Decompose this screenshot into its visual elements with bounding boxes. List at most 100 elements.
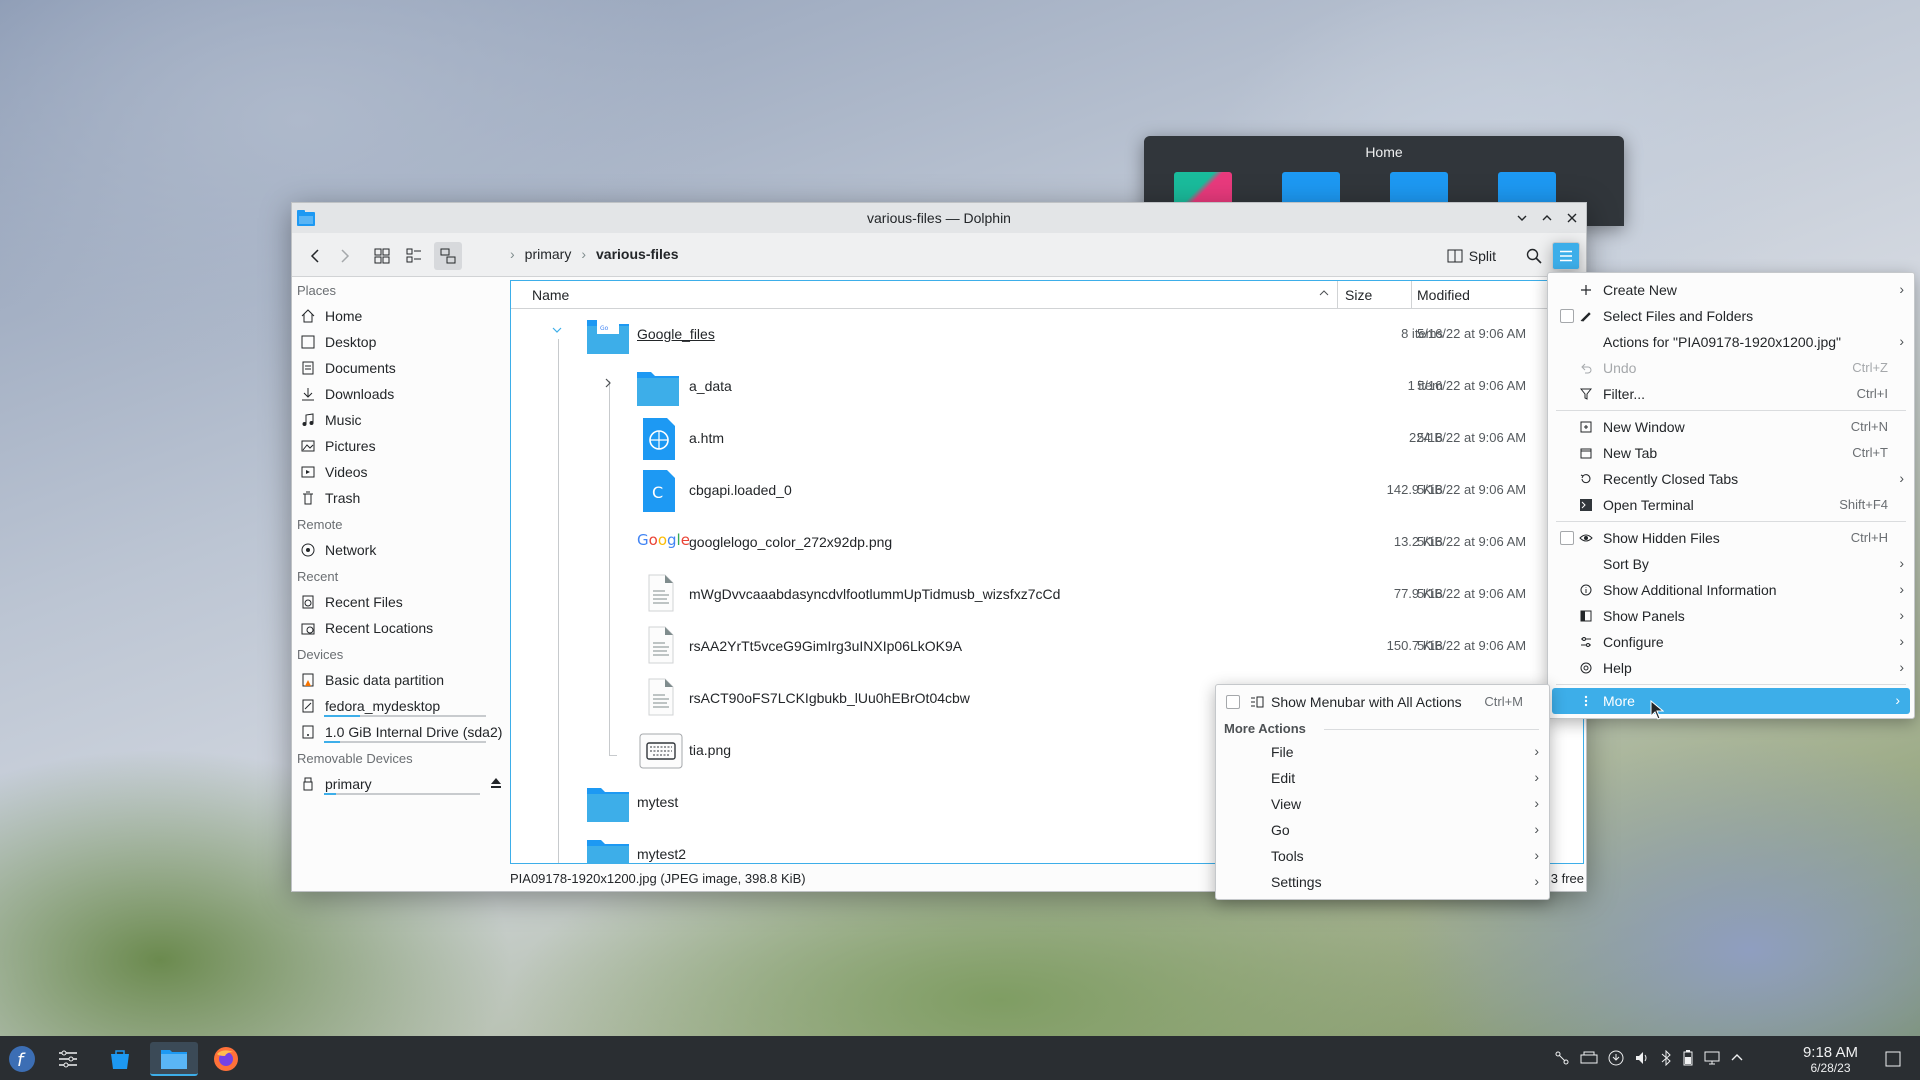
main-menu: Create New › Select Files and Folders Act… (1547, 272, 1915, 719)
menu-item-help[interactable]: Help › (1548, 655, 1914, 681)
removable-device-icon[interactable] (1580, 1050, 1598, 1066)
sidebar-item-videos[interactable]: Videos (292, 459, 504, 485)
menu-item-select-files[interactable]: Select Files and Folders (1548, 303, 1914, 329)
icons-view-button[interactable] (368, 242, 396, 270)
image-thumbnail-icon[interactable] (1174, 172, 1232, 204)
menu-item-settings[interactable]: Settings › (1216, 869, 1549, 895)
compact-view-button[interactable] (400, 242, 428, 270)
system-settings-icon[interactable] (50, 1042, 86, 1076)
text-file-icon (647, 677, 675, 717)
download-icon (300, 386, 316, 402)
eject-icon[interactable] (490, 777, 502, 789)
sidebar-item-internal-drive[interactable]: 1.0 GiB Internal Drive (sda2) (292, 719, 504, 745)
checkbox[interactable] (1560, 309, 1574, 323)
menu-item-open-terminal[interactable]: Open Terminal Shift+F4 (1548, 492, 1914, 518)
drive-icon (300, 724, 316, 740)
menu-item-edit[interactable]: Edit › (1216, 765, 1549, 791)
checkbox[interactable] (1560, 531, 1574, 545)
minimize-button[interactable] (1513, 209, 1530, 226)
sidebar-item-recent-locations[interactable]: Recent Locations (292, 615, 504, 641)
updates-icon[interactable] (1608, 1050, 1624, 1066)
details-view-button[interactable] (434, 242, 462, 270)
kde-connect-icon[interactable] (1554, 1050, 1570, 1066)
split-button[interactable]: Split (1441, 242, 1502, 270)
menu-item-new-tab[interactable]: New Tab Ctrl+T (1548, 440, 1914, 466)
firefox-icon[interactable] (208, 1042, 244, 1076)
chevron-up-icon[interactable] (1730, 1050, 1744, 1066)
section-devices: Devices (297, 647, 344, 662)
digital-clock[interactable]: 9:18 AM 6/28/23 (1803, 1044, 1858, 1075)
menu-item-more[interactable]: More › (1552, 688, 1910, 714)
table-row[interactable]: Google googlelogo_color_272x92dp.png 13.… (511, 517, 1583, 569)
sidebar-item-basic-data-partition[interactable]: Basic data partition (292, 667, 504, 693)
sort-ascending-icon (1319, 288, 1329, 298)
table-row[interactable]: a_data 1 item 5/16/22 at 9:06 AM (511, 361, 1583, 413)
network-wired-icon[interactable] (1704, 1050, 1720, 1066)
menu-item-sort-by[interactable]: Sort By › (1548, 551, 1914, 577)
maximize-button[interactable] (1538, 209, 1555, 226)
folder-icon[interactable] (1390, 172, 1448, 204)
menu-item-file[interactable]: File › (1216, 739, 1549, 765)
search-button[interactable] (1520, 242, 1548, 270)
sidebar-item-desktop[interactable]: Desktop (292, 329, 504, 355)
volume-icon[interactable] (1634, 1050, 1650, 1066)
folder-icon[interactable] (1498, 172, 1556, 204)
table-row[interactable]: a.htm 224 B 5/16/22 at 9:06 AM (511, 413, 1583, 465)
sidebar-item-fedora-mydesktop[interactable]: fedora_mydesktop (292, 693, 504, 719)
section-remote: Remote (297, 517, 343, 532)
sidebar-item-music[interactable]: Music (292, 407, 504, 433)
sidebar-item-documents[interactable]: Documents (292, 355, 504, 381)
breadcrumb-primary[interactable]: primary (525, 246, 572, 262)
menu-item-configure[interactable]: Configure › (1548, 629, 1914, 655)
home-icon (300, 308, 316, 324)
menu-item-recently-closed-tabs[interactable]: Recently Closed Tabs › (1548, 466, 1914, 492)
breadcrumb-various-files[interactable]: various-files (596, 246, 678, 262)
checkbox[interactable] (1226, 695, 1240, 709)
menu-item-filter[interactable]: Filter... Ctrl+I (1548, 381, 1914, 407)
folder-icon[interactable] (1282, 172, 1340, 204)
battery-icon[interactable] (1682, 1050, 1694, 1066)
sidebar-item-network[interactable]: Network (292, 537, 504, 563)
help-icon (1578, 660, 1594, 676)
bluetooth-icon[interactable] (1660, 1050, 1672, 1066)
column-size[interactable]: Size (1345, 287, 1372, 303)
back-button[interactable] (302, 242, 330, 270)
fedora-launcher-icon[interactable]: f (4, 1042, 40, 1076)
sidebar-item-primary[interactable]: primary (292, 771, 504, 797)
panels-icon (1578, 608, 1594, 624)
menu-item-tools[interactable]: Tools › (1216, 843, 1549, 869)
split-icon (1447, 249, 1463, 263)
sidebar-item-recent-files[interactable]: Recent Files (292, 589, 504, 615)
forward-button[interactable] (330, 242, 358, 270)
dolphin-taskbar-icon[interactable] (150, 1042, 198, 1076)
title-bar[interactable]: various-files — Dolphin (292, 203, 1586, 233)
table-row[interactable]: rsAA2YrTt5vceG9GimIrg3uINXIp06LkOK9A 150… (511, 621, 1583, 673)
chevron-down-icon[interactable] (551, 324, 563, 336)
menu-item-view[interactable]: View › (1216, 791, 1549, 817)
menu-item-go[interactable]: Go › (1216, 817, 1549, 843)
menu-item-new-window[interactable]: New Window Ctrl+N (1548, 414, 1914, 440)
menu-item-show-hidden-files[interactable]: Show Hidden Files Ctrl+H (1548, 525, 1914, 551)
html-file-icon (643, 418, 675, 460)
sidebar-item-trash[interactable]: Trash (292, 485, 504, 511)
table-row[interactable]: mWgDvvcaaabdasyncdvlfootlummUpTidmusb_wi… (511, 569, 1583, 621)
show-desktop-icon[interactable] (1878, 1042, 1908, 1076)
menu-item-create-new[interactable]: Create New › (1548, 277, 1914, 303)
column-name[interactable]: Name (532, 287, 569, 303)
new-window-icon (1578, 419, 1594, 435)
mouse-cursor-icon (1650, 700, 1664, 720)
menu-item-show-panels[interactable]: Show Panels › (1548, 603, 1914, 629)
table-row[interactable]: Go Google_files 8 items 5/16/22 at 9:06 … (511, 309, 1583, 361)
software-center-icon[interactable] (102, 1042, 138, 1076)
sidebar-item-pictures[interactable]: Pictures (292, 433, 504, 459)
column-modified[interactable]: Modified (1417, 287, 1470, 303)
chevron-right-icon[interactable] (602, 377, 614, 389)
hamburger-menu-button[interactable] (1552, 242, 1580, 270)
table-row[interactable]: C cbgapi.loaded_0 142.9 KiB 5/16/22 at 9… (511, 465, 1583, 517)
menu-item-show-menubar[interactable]: Show Menubar with All Actions Ctrl+M (1216, 689, 1549, 715)
close-button[interactable] (1563, 209, 1580, 226)
sidebar-item-home[interactable]: Home (292, 303, 504, 329)
menu-item-actions-for[interactable]: Actions for "PIA09178-1920x1200.jpg" › (1548, 329, 1914, 355)
sidebar-item-downloads[interactable]: Downloads (292, 381, 504, 407)
menu-item-show-additional-information[interactable]: Show Additional Information › (1548, 577, 1914, 603)
